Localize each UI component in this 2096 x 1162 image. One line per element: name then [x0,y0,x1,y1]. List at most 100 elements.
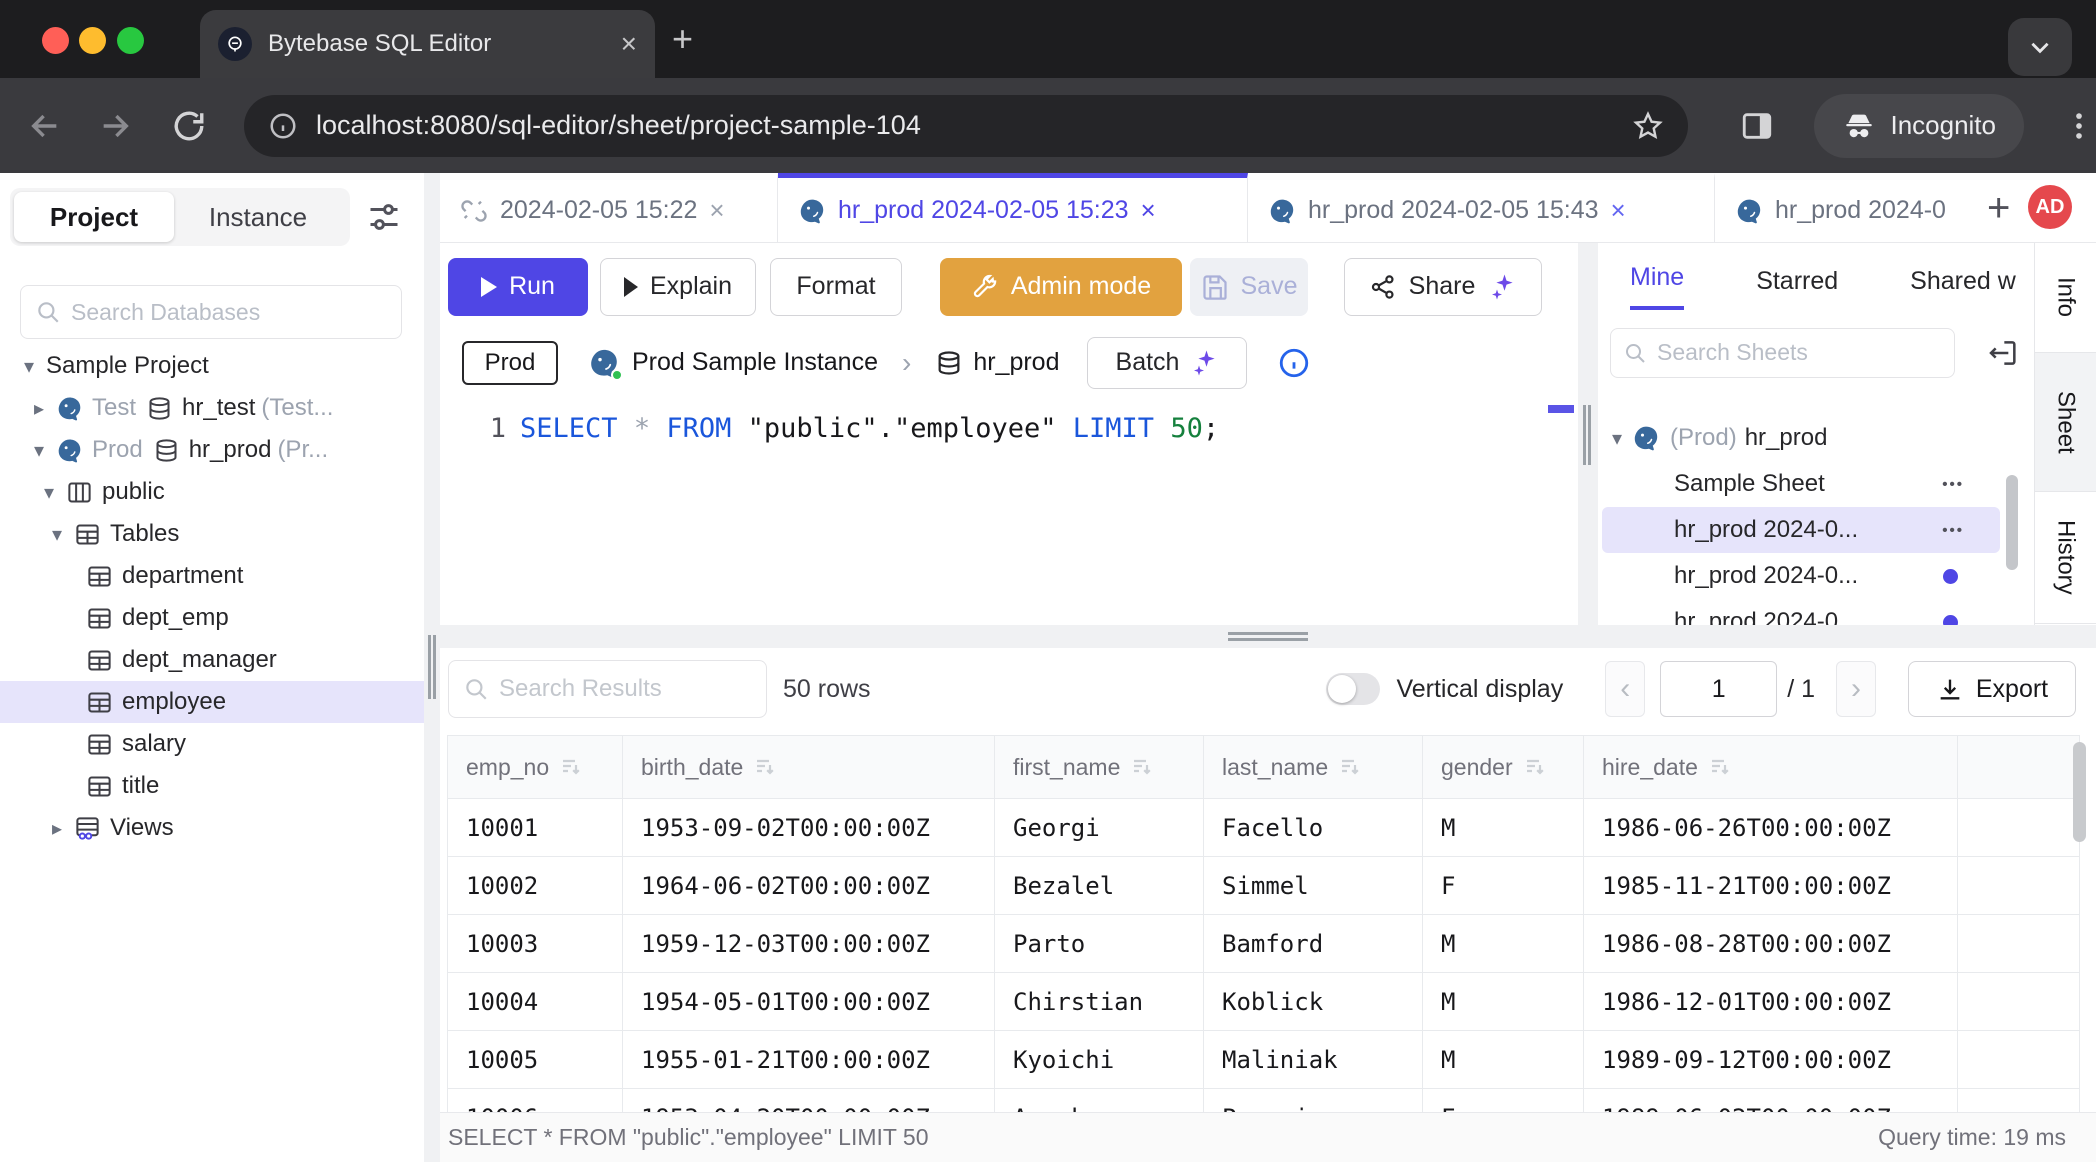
table-row[interactable]: 10004 1954-05-01T00:00:00Z Chirstian Kob… [448,973,2079,1031]
tab-history[interactable]: History [2035,492,2096,624]
sort-icon[interactable] [1708,755,1732,779]
vertical-display-toggle[interactable] [1326,673,1380,705]
table-cell[interactable]: 10005 [448,1031,623,1088]
prev-page-button[interactable]: ‹ [1605,661,1645,717]
sort-icon[interactable] [559,755,583,779]
table-cell[interactable]: M [1423,799,1584,856]
save-button[interactable]: Save [1190,258,1308,316]
sidebar-splitter[interactable] [424,173,440,1162]
format-button[interactable]: Format [770,258,902,316]
sort-icon[interactable] [1523,755,1547,779]
column-header[interactable]: hire_date [1584,736,1958,798]
table-cell[interactable]: M [1423,973,1584,1030]
caret-right-icon[interactable]: ▸ [52,816,74,841]
avatar[interactable]: AD [2028,185,2072,229]
table-row[interactable]: 10003 1959-12-03T00:00:00Z Parto Bamford… [448,915,2079,973]
tree-item-public-schema[interactable]: ▾ public [0,471,424,513]
splitter-handle[interactable] [1583,405,1591,465]
address-bar[interactable]: localhost:8080/sql-editor/sheet/project-… [244,95,1688,157]
import-sheet-icon[interactable] [1987,337,2019,369]
close-icon[interactable]: × [709,195,724,226]
sliders-filter-icon[interactable] [366,199,402,235]
search-results-input[interactable]: Search Results [448,660,767,718]
sort-icon[interactable] [753,755,777,779]
table-cell[interactable]: 1953-09-02T00:00:00Z [623,799,995,856]
column-header[interactable]: first_name [995,736,1204,798]
explain-button[interactable]: Explain [600,258,756,316]
new-tab-button[interactable]: + [672,24,693,54]
table-cell[interactable]: 1959-12-03T00:00:00Z [623,915,995,972]
table-cell[interactable]: 10001 [448,799,623,856]
tree-item-tables-group[interactable]: ▾ Tables [0,513,424,555]
table-cell[interactable]: 10002 [448,857,623,914]
minimize-window-button[interactable] [79,27,106,54]
table-row[interactable]: 10002 1964-06-02T00:00:00Z Bezalel Simme… [448,857,2079,915]
tree-item-table-salary[interactable]: salary [0,723,424,765]
tab-info[interactable]: Info [2035,243,2096,353]
splitter-handle[interactable] [1228,632,1308,641]
back-icon[interactable] [28,109,62,143]
sheet-item-unsaved-2[interactable]: hr_prod 2024-0... [1602,599,2000,625]
instance-name[interactable]: Prod Sample Instance [632,348,878,377]
close-icon[interactable]: × [1141,195,1156,226]
tree-item-hr-test[interactable]: ▸ Test hr_test (Test... [0,387,424,429]
tab-search-chevron-button[interactable] [2008,18,2072,76]
editor-tab-3[interactable]: hr_prod 2024-02-05 15:43 × [1248,173,1715,243]
splitter-handle[interactable] [428,635,436,699]
search-sheets-input[interactable]: Search Sheets [1610,328,1955,378]
table-cell[interactable]: 10004 [448,973,623,1030]
zoom-window-button[interactable] [117,27,144,54]
table-cell[interactable]: M [1423,1031,1584,1088]
editor-tab-2-active[interactable]: hr_prod 2024-02-05 15:23 × [778,173,1248,243]
tree-item-table-title[interactable]: title [0,765,424,807]
table-cell[interactable]: 1986-06-26T00:00:00Z [1584,799,1958,856]
tab-project[interactable]: Project [14,192,174,242]
table-cell[interactable]: 1986-08-28T00:00:00Z [1584,915,1958,972]
table-cell[interactable]: 1964-06-02T00:00:00Z [623,857,995,914]
admin-mode-button[interactable]: Admin mode [940,258,1182,316]
editor-tab-1[interactable]: 2024-02-05 15:22 × [440,173,778,243]
caret-right-icon[interactable]: ▸ [34,396,56,421]
sheet-item-unsaved[interactable]: hr_prod 2024-0... [1602,553,2000,599]
tree-item-table-dept-emp[interactable]: dept_emp [0,597,424,639]
browser-tab-close-icon[interactable]: × [621,30,637,58]
more-icon[interactable]: ••• [1942,522,1964,539]
table-cell[interactable]: 10003 [448,915,623,972]
reload-icon[interactable] [172,109,206,143]
table-cell[interactable]: M [1423,915,1584,972]
side-panel-icon[interactable] [1740,109,1774,143]
export-button[interactable]: Export [1908,661,2076,717]
results-scrollbar[interactable] [2073,742,2086,842]
table-row[interactable]: 10005 1955-01-21T00:00:00Z Kyoichi Malin… [448,1031,2079,1089]
tab-instance[interactable]: Instance [174,192,342,242]
database-name[interactable]: hr_prod [973,348,1059,377]
run-button[interactable]: Run [448,258,588,316]
table-cell[interactable]: 1985-11-21T00:00:00Z [1584,857,1958,914]
tree-item-table-dept-manager[interactable]: dept_manager [0,639,424,681]
info-icon[interactable] [1277,346,1311,380]
sheet-item-selected[interactable]: hr_prod 2024-0... ••• [1602,507,2000,553]
batch-button[interactable]: Batch [1087,337,1247,389]
table-cell[interactable]: 1955-01-21T00:00:00Z [623,1031,995,1088]
column-header[interactable]: birth_date [623,736,995,798]
table-cell[interactable]: Parto [995,915,1204,972]
table-cell[interactable]: 1989-09-12T00:00:00Z [1584,1031,1958,1088]
caret-down-icon[interactable]: ▾ [34,438,56,463]
tab-shared[interactable]: Shared w [1910,267,2016,310]
results-splitter[interactable] [440,625,2096,648]
search-databases-input[interactable]: Search Databases [20,285,402,339]
sort-icon[interactable] [1338,755,1362,779]
tree-item-project[interactable]: ▾ Sample Project [0,345,424,387]
table-cell[interactable]: 10006 [448,1089,623,1112]
site-info-icon[interactable] [268,111,298,141]
table-cell[interactable]: Kyoichi [995,1031,1204,1088]
table-cell[interactable]: 1954-05-01T00:00:00Z [623,973,995,1030]
share-button[interactable]: Share [1344,258,1542,316]
column-header[interactable]: gender [1423,736,1584,798]
table-row[interactable]: 10001 1953-09-02T00:00:00Z Georgi Facell… [448,799,2079,857]
column-header[interactable]: emp_no [448,736,623,798]
tab-sheet[interactable]: Sheet [2035,353,2096,492]
browser-menu-icon[interactable] [2062,109,2096,143]
table-cell[interactable]: Preusig [1204,1089,1423,1112]
sort-icon[interactable] [1130,755,1154,779]
